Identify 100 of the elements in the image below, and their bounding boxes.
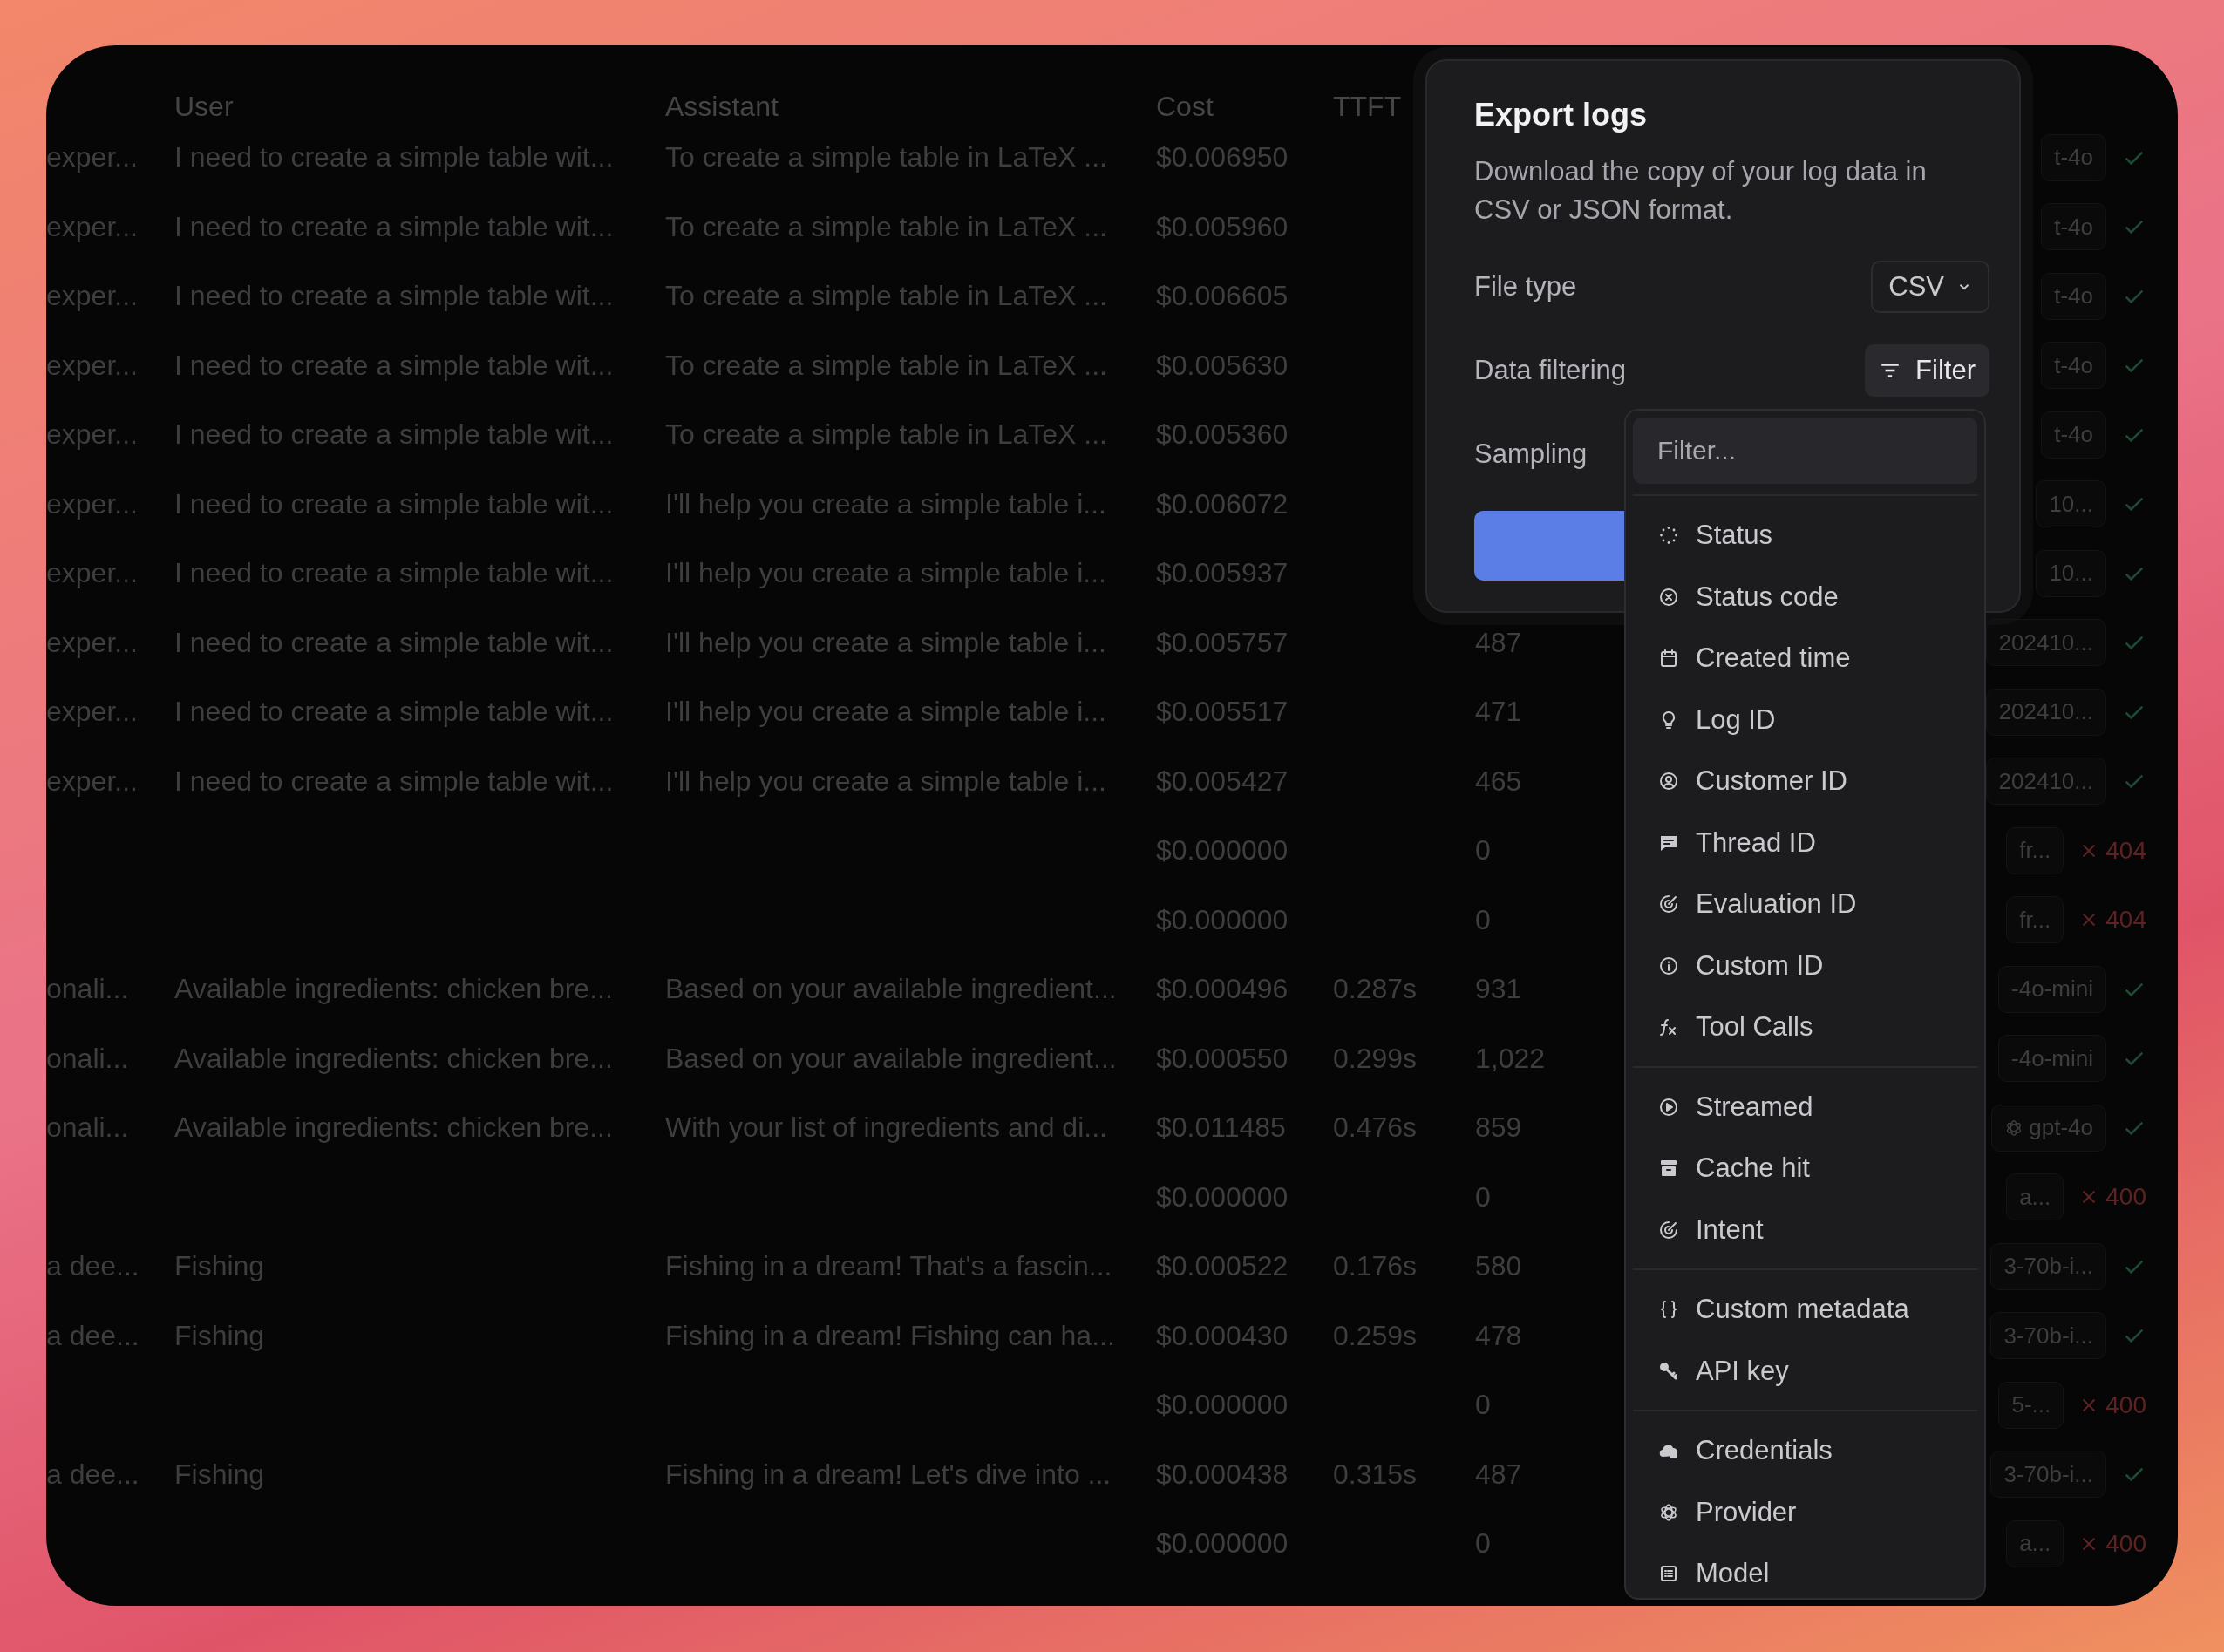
table-cell: onali...: [46, 1112, 129, 1145]
field-label: File type: [1474, 271, 1577, 303]
table-cell: exper...: [46, 557, 138, 590]
table-cell: $0.000000: [1156, 1180, 1289, 1213]
table-cell: I need to create a simple table wit...: [174, 696, 614, 728]
menu-item[interactable]: Credentials: [1633, 1420, 1977, 1482]
table-cell: I'll help you create a simple table i...: [665, 765, 1106, 797]
menu-item[interactable]: Tool Calls: [1633, 996, 1977, 1058]
table-cell: I need to create a simple table wit...: [174, 487, 614, 520]
table-cell: I need to create a simple table wit...: [174, 765, 614, 797]
table-cell: $0.005960: [1156, 210, 1289, 242]
file-type-select[interactable]: CSV: [1871, 261, 1989, 313]
menu-item[interactable]: Evaluation ID: [1633, 874, 1977, 935]
table-cell: $0.000000: [1156, 1389, 1289, 1421]
table-cell: Fishing in a dream! That's a fascin...: [665, 1250, 1112, 1282]
table-cell: $0.000438: [1156, 1458, 1289, 1490]
circle-x-icon: [1658, 586, 1679, 608]
table-cell: $0.005937: [1156, 557, 1289, 589]
table-cell: 478: [1475, 1319, 1522, 1351]
menu-item[interactable]: Log ID: [1633, 689, 1977, 751]
table-cell: I need to create a simple table wit...: [174, 210, 614, 242]
table-cell: I need to create a simple table wit...: [174, 626, 614, 658]
table-cell: onali...: [46, 1042, 129, 1075]
table-cell: exper...: [46, 210, 138, 243]
table-cell: 0.176s: [1333, 1250, 1418, 1282]
table-cell: $0.011485: [1156, 1112, 1286, 1144]
play-circle-icon: [1658, 1096, 1679, 1118]
status-code: 400: [2105, 1183, 2146, 1212]
table-cell: $0.000550: [1156, 1042, 1289, 1074]
menu-item[interactable]: API key: [1633, 1340, 1977, 1402]
status-code: 400: [2105, 1529, 2146, 1558]
table-cell: a dee...: [46, 1458, 139, 1491]
table-cell: 471: [1475, 696, 1522, 728]
table-cell: 465: [1475, 765, 1522, 797]
table-cell: $0.000000: [1156, 1527, 1289, 1560]
menu-item[interactable]: Provider: [1633, 1481, 1977, 1543]
table-cell: $0.000430: [1156, 1319, 1289, 1351]
table-cell: 0.287s: [1333, 973, 1418, 1005]
user-circle-icon: [1658, 771, 1679, 792]
table-cell: exper...: [46, 141, 138, 174]
table-cell: I need to create a simple table wit...: [174, 557, 614, 589]
table-cell: Available ingredients: chicken bre...: [174, 973, 613, 1005]
info-icon: [1658, 955, 1679, 976]
table-cell: To create a simple table in LaTeX ...: [665, 418, 1107, 451]
table-cell: 0.299s: [1333, 1042, 1418, 1074]
table-cell: a dee...: [46, 1319, 139, 1352]
filter-button[interactable]: Filter: [1865, 344, 1989, 397]
table-cell: 0: [1475, 903, 1491, 935]
table-cell: 0: [1475, 1180, 1491, 1213]
table-cell: $0.000522: [1156, 1250, 1289, 1282]
table-cell: I need to create a simple table wit...: [174, 349, 614, 381]
filter-input[interactable]: Filter...: [1633, 418, 1977, 484]
table-cell: 1,022: [1475, 1042, 1546, 1074]
table-cell: $0.000496: [1156, 973, 1289, 1005]
key-icon: [1658, 1360, 1679, 1382]
table-cell: exper...: [46, 765, 138, 798]
table-cell: $0.000000: [1156, 834, 1289, 867]
table-cell: $0.005517: [1156, 696, 1289, 728]
table-cell: I need to create a simple table wit...: [174, 418, 614, 451]
table-cell: $0.005427: [1156, 765, 1289, 797]
status-code: 404: [2105, 836, 2146, 865]
status-code: 404: [2105, 906, 2146, 935]
menu-item[interactable]: Thread ID: [1633, 812, 1977, 874]
knot-icon: [1658, 1501, 1679, 1523]
menu-item[interactable]: Created time: [1633, 628, 1977, 690]
table-cell: $0.006950: [1156, 141, 1289, 173]
column-header: TTFT: [1333, 90, 1402, 124]
table-cell: To create a simple table in LaTeX ...: [665, 280, 1107, 312]
table-cell: Available ingredients: chicken bre...: [174, 1112, 613, 1144]
table-cell: $0.006605: [1156, 280, 1289, 312]
table-cell: I'll help you create a simple table i...: [665, 626, 1106, 658]
table-cell: Fishing in a dream! Let's dive into ...: [665, 1458, 1112, 1490]
table-cell: exper...: [46, 349, 138, 382]
calendar-icon: [1658, 648, 1679, 670]
menu-item[interactable]: Status code: [1633, 566, 1977, 628]
loader-icon: [1658, 525, 1679, 547]
table-cell: 0.315s: [1333, 1458, 1418, 1490]
menu-item[interactable]: Cache hit: [1633, 1138, 1977, 1200]
table-cell: 580: [1475, 1250, 1522, 1282]
target-icon: [1658, 894, 1679, 915]
table-cell: 0: [1475, 834, 1491, 867]
table-cell: $0.005630: [1156, 349, 1289, 381]
menu-item[interactable]: Custom ID: [1633, 935, 1977, 996]
menu-item[interactable]: Custom metadata: [1633, 1279, 1977, 1341]
menu-item[interactable]: Intent: [1633, 1199, 1977, 1261]
menu-item[interactable]: Model: [1633, 1543, 1977, 1605]
menu-item[interactable]: Streamed: [1633, 1076, 1977, 1138]
menu-item[interactable]: Status: [1633, 505, 1977, 567]
table-cell: To create a simple table in LaTeX ...: [665, 141, 1107, 173]
table-cell: exper...: [46, 418, 138, 452]
menu-item[interactable]: Customer ID: [1633, 751, 1977, 812]
dialog-title: Export logs: [1474, 96, 1649, 134]
column-header: User: [174, 90, 235, 124]
table-cell: With your list of ingredients and di...: [665, 1112, 1107, 1144]
table-cell: I need to create a simple table wit...: [174, 141, 614, 173]
column-header: Cost: [1156, 90, 1214, 124]
table-cell: $0.006072: [1156, 487, 1289, 520]
target-icon: [1658, 1219, 1679, 1241]
table-cell: I'll help you create a simple table i...: [665, 696, 1106, 728]
table-cell: Based on your available ingredient...: [665, 973, 1117, 1005]
